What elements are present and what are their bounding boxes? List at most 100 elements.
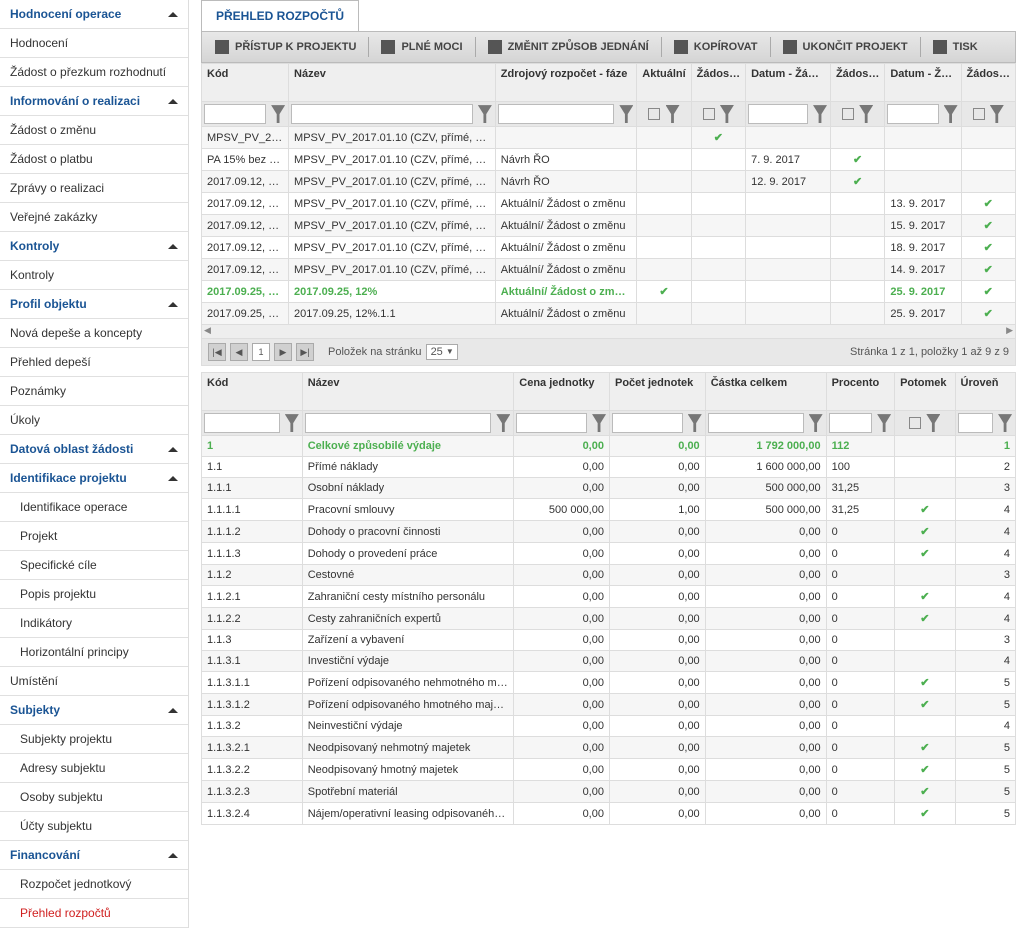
- filter-checkbox[interactable]: [973, 108, 985, 120]
- filter-input[interactable]: [305, 413, 492, 433]
- filter-input[interactable]: [204, 104, 266, 124]
- filter-icon[interactable]: [619, 105, 633, 123]
- filter-icon[interactable]: [592, 414, 606, 432]
- sidebar-item-14[interactable]: Úkoly: [0, 406, 188, 435]
- table-row[interactable]: 2017.09.12, 0…MPSV_PV_2017.01.10 (CZV, p…: [202, 193, 1016, 215]
- sidebar-item-10[interactable]: Profil objektu: [0, 290, 188, 319]
- sidebar-item-2[interactable]: Žádost o přezkum rozhodnutí: [0, 58, 188, 87]
- filter-input[interactable]: [516, 413, 587, 433]
- sidebar-item-27[interactable]: Osoby subjektu: [0, 783, 188, 812]
- sidebar-item-16[interactable]: Identifikace projektu: [0, 464, 188, 493]
- filter-checkbox[interactable]: [842, 108, 854, 120]
- col-header[interactable]: Zdrojový rozpočet - fáze: [495, 64, 636, 102]
- filter-input[interactable]: [887, 104, 938, 124]
- table-row[interactable]: 2017.09.12, 0…MPSV_PV_2017.01.10 (CZV, p…: [202, 259, 1016, 281]
- col-header[interactable]: Žádost o podporu: [691, 64, 745, 102]
- filter-icon[interactable]: [809, 414, 823, 432]
- filter-icon[interactable]: [688, 414, 702, 432]
- sidebar-item-31[interactable]: Přehled rozpočtů: [0, 899, 188, 928]
- sidebar-item-4[interactable]: Žádost o změnu: [0, 116, 188, 145]
- filter-input[interactable]: [612, 413, 683, 433]
- toolbar-btn-2[interactable]: ZMĚNIT ZPŮSOB JEDNÁNÍ: [478, 35, 659, 59]
- table-row[interactable]: 1.1.3.1.2Pořízení odpisovaného hmotného …: [202, 694, 1016, 716]
- sidebar-item-25[interactable]: Subjekty projektu: [0, 725, 188, 754]
- sidebar-item-17[interactable]: Identifikace operace: [0, 493, 188, 522]
- filter-icon[interactable]: [478, 105, 492, 123]
- pager-prev[interactable]: ◀: [230, 343, 248, 361]
- col-header[interactable]: Kód: [202, 373, 303, 411]
- filter-icon[interactable]: [813, 105, 827, 123]
- toolbar-btn-5[interactable]: TISK: [923, 35, 988, 59]
- filter-input[interactable]: [204, 413, 280, 433]
- table-row[interactable]: MPSV_PV_20…MPSV_PV_2017.01.10 (CZV, přím…: [202, 127, 1016, 149]
- table-row[interactable]: 2017.09.25, 1…2017.09.25, 12%.1.1Aktuáln…: [202, 303, 1016, 325]
- filter-icon[interactable]: [859, 105, 873, 123]
- table-row[interactable]: 2017.09.12, 0…MPSV_PV_2017.01.10 (CZV, p…: [202, 171, 1016, 193]
- table-row[interactable]: 1.1.2Cestovné0,000,000,0003: [202, 565, 1016, 586]
- sidebar-item-9[interactable]: Kontroly: [0, 261, 188, 290]
- filter-icon[interactable]: [990, 105, 1004, 123]
- col-header[interactable]: Aktuální: [637, 64, 691, 102]
- filter-checkbox[interactable]: [648, 108, 660, 120]
- table-row[interactable]: 1.1.2.2Cesty zahraničních expertů0,000,0…: [202, 608, 1016, 630]
- pager-perpage-select[interactable]: 25: [426, 344, 458, 360]
- table-row[interactable]: 1Celkové způsobilé výdaje0,000,001 792 0…: [202, 436, 1016, 457]
- table-row[interactable]: 1.1.3.2.4Nájem/operativní leasing odpiso…: [202, 803, 1016, 825]
- col-header[interactable]: Žádost o změnu: [961, 64, 1015, 102]
- table-row[interactable]: 1.1.1.3Dohody o provedení práce0,000,000…: [202, 543, 1016, 565]
- filter-icon[interactable]: [720, 105, 734, 123]
- filter-icon[interactable]: [877, 414, 891, 432]
- toolbar-btn-3[interactable]: KOPÍROVAT: [664, 35, 768, 59]
- table-row[interactable]: 1.1.3.2Neinvestiční výdaje0,000,000,0004: [202, 716, 1016, 737]
- table-row[interactable]: 2017.09.25, 1…2017.09.25, 12%Aktuální/ Ž…: [202, 281, 1016, 303]
- sidebar-item-8[interactable]: Kontroly: [0, 232, 188, 261]
- table-row[interactable]: 1.1.3.2.2Neodpisovaný hmotný majetek0,00…: [202, 759, 1016, 781]
- sidebar-item-23[interactable]: Umístění: [0, 667, 188, 696]
- filter-input[interactable]: [829, 413, 873, 433]
- filter-input[interactable]: [748, 104, 808, 124]
- table-row[interactable]: 1.1.1Osobní náklady0,000,00500 000,0031,…: [202, 478, 1016, 499]
- sidebar-item-0[interactable]: Hodnocení operace: [0, 0, 188, 29]
- pager-current[interactable]: 1: [252, 343, 270, 361]
- table-row[interactable]: 1.1.3.1Investiční výdaje0,000,000,0004: [202, 651, 1016, 672]
- table-row[interactable]: 2017.09.12, 0…MPSV_PV_2017.01.10 (CZV, p…: [202, 215, 1016, 237]
- filter-icon[interactable]: [998, 414, 1012, 432]
- table-row[interactable]: 1.1.3.1.1Pořízení odpisovaného nehmotnéh…: [202, 672, 1016, 694]
- toolbar-btn-1[interactable]: PLNÉ MOCI: [371, 35, 472, 59]
- col-header[interactable]: Cena jednotky: [514, 373, 610, 411]
- sidebar-item-18[interactable]: Projekt: [0, 522, 188, 551]
- filter-checkbox[interactable]: [909, 417, 921, 429]
- pager-first[interactable]: |◀: [208, 343, 226, 361]
- sidebar-item-29[interactable]: Financování: [0, 841, 188, 870]
- col-header[interactable]: Počet jednotek: [609, 373, 705, 411]
- sidebar-item-11[interactable]: Nová depeše a koncepty: [0, 319, 188, 348]
- table-row[interactable]: 1.1Přímé náklady0,000,001 600 000,001002: [202, 457, 1016, 478]
- table-row[interactable]: 1.1.3Zařízení a vybavení0,000,000,0003: [202, 630, 1016, 651]
- filter-icon[interactable]: [666, 105, 680, 123]
- horizontal-scrollbar[interactable]: [201, 325, 1016, 339]
- filter-icon[interactable]: [271, 105, 285, 123]
- col-header[interactable]: Potomek: [895, 373, 955, 411]
- filter-input[interactable]: [291, 104, 473, 124]
- sidebar-item-12[interactable]: Přehled depeší: [0, 348, 188, 377]
- filter-input[interactable]: [958, 413, 993, 433]
- col-header[interactable]: Kód: [202, 64, 289, 102]
- col-header[interactable]: Datum - Žádost o podporu - změna: [746, 64, 831, 102]
- filter-icon[interactable]: [496, 414, 510, 432]
- filter-checkbox[interactable]: [703, 108, 715, 120]
- sidebar-item-1[interactable]: Hodnocení: [0, 29, 188, 58]
- sidebar-item-3[interactable]: Informování o realizaci: [0, 87, 188, 116]
- sidebar-item-24[interactable]: Subjekty: [0, 696, 188, 725]
- table-row[interactable]: 1.1.2.1Zahraniční cesty místního personá…: [202, 586, 1016, 608]
- table-row[interactable]: PA 15% bez fi…MPSV_PV_2017.01.10 (CZV, p…: [202, 149, 1016, 171]
- sidebar-item-6[interactable]: Zprávy o realizaci: [0, 174, 188, 203]
- col-header[interactable]: Procento: [826, 373, 895, 411]
- pager-next[interactable]: ▶: [274, 343, 292, 361]
- col-header[interactable]: Žádost o podporu - změna: [830, 64, 884, 102]
- sidebar-item-15[interactable]: Datová oblast žádosti: [0, 435, 188, 464]
- sidebar-item-21[interactable]: Indikátory: [0, 609, 188, 638]
- pager-last[interactable]: ▶|: [296, 343, 314, 361]
- col-header[interactable]: Datum - Žádost o změnu: [885, 64, 961, 102]
- sidebar-item-30[interactable]: Rozpočet jednotkový: [0, 870, 188, 899]
- sidebar-item-22[interactable]: Horizontální principy: [0, 638, 188, 667]
